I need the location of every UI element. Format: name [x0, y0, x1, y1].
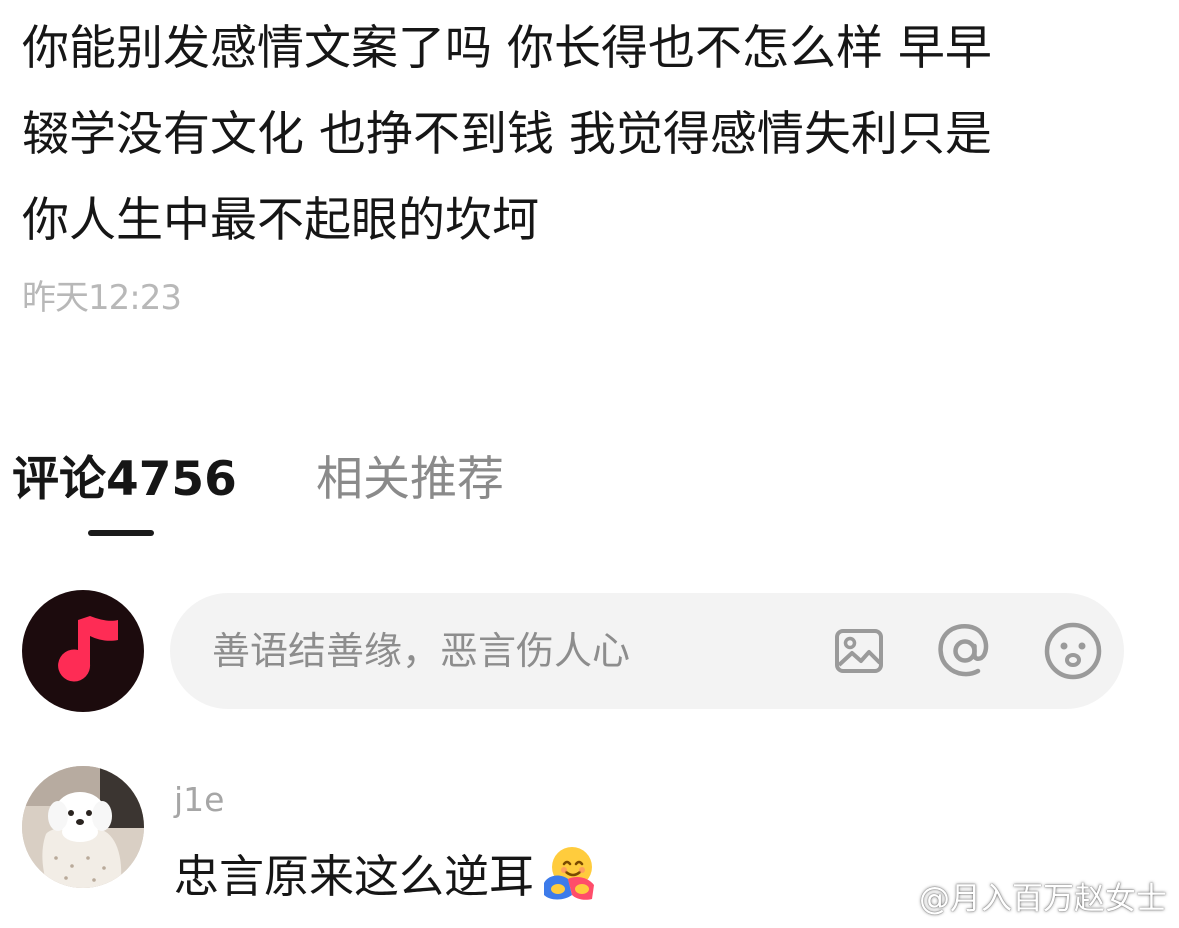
dog-avatar-icon	[22, 766, 144, 888]
tab-comments[interactable]: 评论4756	[12, 440, 237, 509]
post-line-2: 辍学没有文化 也挣不到钱 我觉得感情失利只是	[22, 107, 992, 162]
comment-input[interactable]	[210, 617, 814, 685]
post-timestamp: 昨天12:23	[22, 278, 182, 318]
comment-text: 忠言原来这么逆耳	[174, 850, 535, 903]
hugging-face-emoji-icon	[544, 846, 595, 900]
commenter-avatar[interactable]	[22, 766, 144, 888]
comment-text-row: 忠言原来这么逆耳	[174, 840, 598, 905]
comment-input-box	[170, 593, 1124, 709]
post-line-1: 你能别发感情文案了吗 你长得也不怎么样 早早	[22, 21, 992, 76]
post-line-3: 你人生中最不起眼的坎坷	[22, 193, 539, 248]
weibo-logo-icon	[870, 878, 915, 913]
at-mention-icon[interactable]	[934, 620, 996, 682]
watermark: @月入百万赵女士	[869, 873, 1167, 918]
image-icon[interactable]	[828, 620, 890, 682]
current-user-avatar[interactable]	[22, 590, 144, 712]
emoji-icon[interactable]	[1042, 620, 1104, 682]
active-tab-indicator	[88, 530, 154, 536]
post-body: 你能别发感情文案了吗 你长得也不怎么样 早早 辍学没有文化 也挣不到钱 我觉得感…	[22, 6, 1162, 264]
commenter-username[interactable]: j1e	[174, 780, 224, 819]
watermark-text: @月入百万赵女士	[919, 881, 1167, 917]
music-note-icon	[58, 616, 118, 682]
tab-related[interactable]: 相关推荐	[316, 440, 504, 509]
